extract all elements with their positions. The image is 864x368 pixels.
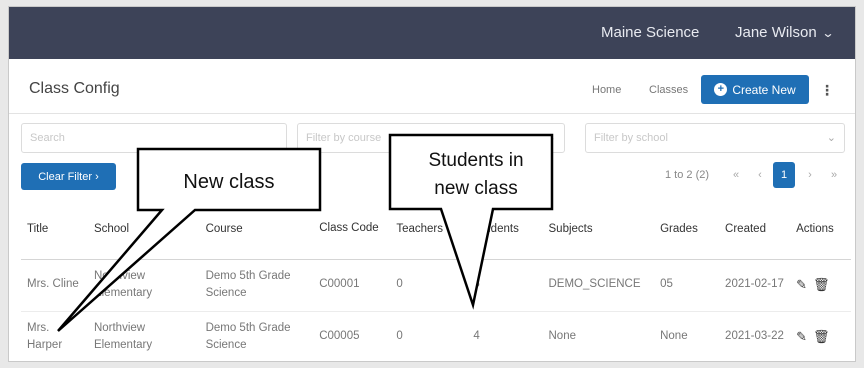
students-callout: Students in new class	[388, 133, 554, 310]
students-callout-line1: Students in	[428, 150, 523, 171]
new-class-callout: New class	[57, 147, 322, 332]
callout-overlay: New class Students in new class	[57, 133, 554, 332]
students-callout-line2: new class	[434, 178, 517, 199]
new-class-callout-text: New class	[183, 171, 274, 193]
